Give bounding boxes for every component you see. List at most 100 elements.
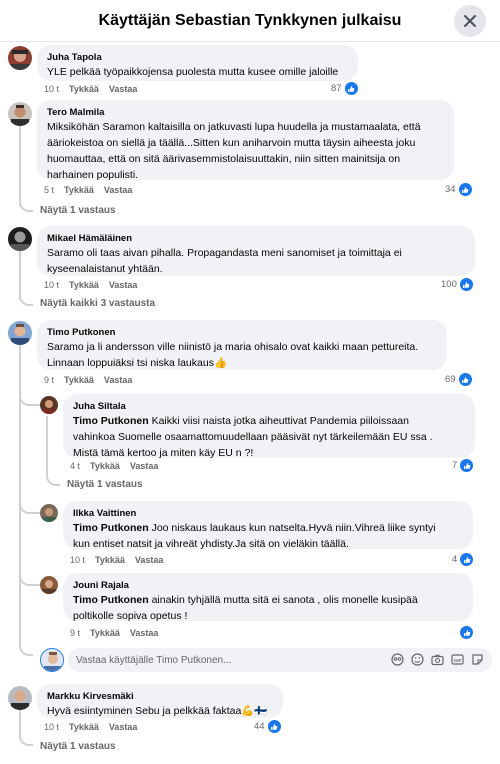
comment-meta: 9 t Tykkää Vastaa	[44, 375, 132, 385]
like-button[interactable]: Tykkää	[69, 722, 99, 732]
comment-meta: 9 t Tykkää Vastaa	[70, 628, 158, 638]
thread-elbow	[19, 730, 33, 746]
like-icon	[267, 720, 281, 733]
reaction-count[interactable]: 87	[331, 82, 358, 95]
like-button[interactable]: Tykkää	[90, 461, 120, 471]
avatar[interactable]	[8, 321, 32, 345]
reaction-count[interactable]: 4	[452, 553, 474, 566]
avatar[interactable]	[40, 504, 58, 522]
comment-meta: 10 t Tykkää Vastaa	[44, 722, 137, 732]
gif-icon[interactable]: GIF	[451, 653, 464, 666]
comment-time[interactable]: 10 t	[44, 84, 59, 94]
reply-input[interactable]: Vastaa käyttäjälle Timo Putkonen... GIF	[68, 648, 492, 672]
comment-meta: 10 t Tykkää Vastaa	[44, 280, 137, 290]
mention-link[interactable]: Timo Putkonen	[73, 522, 149, 534]
view-replies-link[interactable]: Näytä 1 vastaus	[40, 741, 116, 752]
comment-time[interactable]: 9 t	[44, 375, 54, 385]
comment-text-line: Timo Putkonen ainakin tyhjällä mutta sit…	[73, 594, 418, 606]
comment-author[interactable]: Markku Kirvesmäki	[47, 690, 273, 703]
avatar[interactable]	[8, 686, 32, 710]
comment-author[interactable]: Jouni Rajala	[73, 579, 463, 592]
comment-text-line: Saramo ja li andersson ville niinistö ja…	[47, 341, 419, 353]
mention-link[interactable]: Timo Putkonen	[73, 415, 149, 427]
comment-time[interactable]: 9 t	[70, 628, 80, 638]
avatar-sticker-icon[interactable]	[391, 653, 404, 666]
comment-text-line: kun entiset natsit ja vihreät yhdisty.Ja…	[73, 538, 349, 550]
avatar[interactable]	[8, 46, 32, 70]
like-icon	[344, 82, 358, 95]
comment-author[interactable]: Mikael Hämäläinen	[47, 232, 465, 245]
comment-author[interactable]: Juha Tapola	[47, 51, 348, 64]
reply-button[interactable]: Vastaa	[130, 461, 159, 471]
like-button[interactable]: Tykkää	[69, 280, 99, 290]
reaction-count[interactable]: 44	[254, 720, 281, 733]
reply-button[interactable]: Vastaa	[130, 628, 159, 638]
comment-text-line: Mistä tämä kertoo ja miten käy EU n ?!	[73, 447, 254, 459]
comment-text-line: poltikolle sopiva opetus !	[73, 610, 188, 622]
thread-elbow	[19, 500, 41, 514]
avatar[interactable]	[40, 576, 58, 594]
thread-elbow	[19, 196, 33, 212]
thread-line	[19, 126, 21, 206]
comment-text-line: Linnaan loppuiäksi tsi niska laukaus👍	[47, 357, 228, 369]
thread-elbow	[46, 470, 60, 486]
comment-author[interactable]: Juha Siltala	[73, 400, 465, 413]
comment-text-line: kyseenalaistanut yhtään.	[47, 263, 163, 275]
comment-author[interactable]: Ilkka Vaittinen	[73, 507, 463, 520]
comment-time[interactable]: 5 t	[44, 185, 54, 195]
comment-text-line: ääriokeistoa on siellä ja täällä...Sitte…	[47, 137, 416, 149]
camera-icon[interactable]	[431, 653, 444, 666]
like-icon	[458, 183, 472, 196]
reaction-count[interactable]	[460, 626, 473, 639]
like-icon	[459, 278, 473, 291]
comment-text-line: Saramo oli taas aivan pihalla. Propagand…	[47, 247, 402, 259]
view-replies-link[interactable]: Näytä 1 vastaus	[40, 205, 116, 216]
thread-elbow	[19, 290, 33, 306]
reply-bubble: Ilkka Vaittinen Timo Putkonen Joo niskau…	[63, 501, 473, 550]
like-icon	[460, 626, 473, 639]
reaction-count[interactable]: 69	[445, 373, 472, 386]
reaction-count[interactable]: 34	[445, 183, 472, 196]
comment-time[interactable]: 4 t	[70, 461, 80, 471]
thread-line	[46, 416, 48, 478]
view-replies-link[interactable]: Näytä 1 vastaus	[67, 479, 143, 490]
mention-link[interactable]: Timo Putkonen	[73, 594, 149, 606]
comment-text-line: vahinkoa Suomelle osaamattomuudellaan pä…	[73, 431, 433, 443]
close-button[interactable]	[454, 5, 486, 37]
sticker-icon[interactable]	[471, 653, 484, 666]
comment-meta: 5 t Tykkää Vastaa	[44, 185, 132, 195]
reaction-count[interactable]: 100	[441, 278, 473, 291]
reply-button[interactable]: Vastaa	[109, 84, 138, 94]
comment-author[interactable]: Tero Malmila	[47, 106, 444, 119]
reply-button[interactable]: Vastaa	[109, 722, 138, 732]
reply-button[interactable]: Vastaa	[104, 185, 133, 195]
emoji-icon[interactable]	[411, 653, 424, 666]
dialog-title: Käyttäjän Sebastian Tynkkynen julkaisu	[98, 11, 402, 29]
avatar[interactable]	[8, 227, 32, 251]
comment-time[interactable]: 10 t	[44, 280, 59, 290]
thread-line	[19, 344, 21, 648]
reaction-count[interactable]: 7	[452, 459, 474, 472]
comment-time[interactable]: 10 t	[70, 555, 85, 565]
like-button[interactable]: Tykkää	[64, 185, 94, 195]
reply-placeholder: Vastaa käyttäjälle Timo Putkonen...	[76, 654, 232, 666]
comment-author[interactable]: Timo Putkonen	[47, 326, 437, 339]
like-button[interactable]: Tykkää	[64, 375, 94, 385]
dialog-header: Käyttäjän Sebastian Tynkkynen julkaisu	[0, 0, 500, 42]
thread-elbow	[19, 572, 41, 586]
comment-time[interactable]: 10 t	[44, 722, 59, 732]
avatar[interactable]	[40, 396, 58, 414]
reply-bubble: Juha Siltala Timo Putkonen Kaikki viisi …	[63, 394, 475, 459]
like-button[interactable]: Tykkää	[95, 555, 125, 565]
like-button[interactable]: Tykkää	[90, 628, 120, 638]
like-icon	[458, 373, 472, 386]
view-replies-link[interactable]: Näytä kaikki 3 vastausta	[40, 298, 155, 309]
like-icon	[460, 553, 474, 566]
reply-button[interactable]: Vastaa	[109, 280, 138, 290]
like-button[interactable]: Tykkää	[69, 84, 99, 94]
avatar[interactable]	[8, 102, 32, 126]
reply-button[interactable]: Vastaa	[104, 375, 133, 385]
reply-button[interactable]: Vastaa	[135, 555, 164, 565]
comment-text-line: harhainen populisti.	[47, 169, 139, 181]
comment-bubble: Mikael Hämäläinen Saramo oli taas aivan …	[37, 226, 475, 276]
